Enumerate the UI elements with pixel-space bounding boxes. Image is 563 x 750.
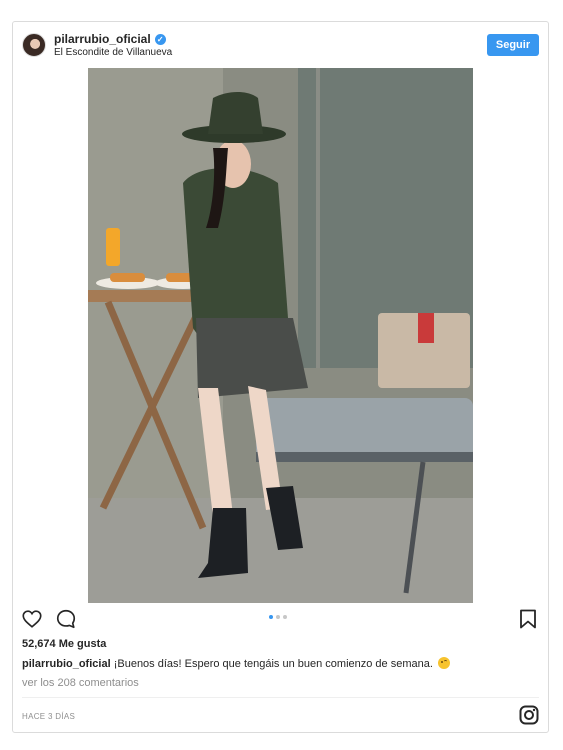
likes-count[interactable]: 52,674 Me gusta [22,638,106,650]
heart-icon-outline [22,610,42,628]
heart-icon[interactable] [21,608,43,630]
skirt [196,318,308,398]
handbag-motif [418,313,434,343]
likes-number: 52,674 [22,638,56,650]
bench-base [256,452,473,462]
orange-juice-glass [106,228,120,266]
caption-username[interactable]: pilarrubio_oficial [22,658,111,670]
caption: pilarrubio_oficial ¡Buenos días! Espero … [22,657,450,670]
instagram-post-card: pilarrubio_oficial ✓ El Escondite de Vil… [12,21,549,733]
bookmark-icon-outline [520,609,536,629]
avatar[interactable] [22,33,46,57]
carousel-dot [269,615,273,619]
username[interactable]: pilarrubio_oficial [54,32,151,46]
bench-cushion [256,398,473,458]
likes-label: Me gusta [58,638,107,650]
winking-emoji-icon [437,657,450,669]
carousel-dot [276,615,280,619]
verified-icon: ✓ [154,33,166,45]
instagram-icon-flash [532,708,536,712]
action-bar [21,608,77,630]
instagram-icon[interactable] [519,705,539,725]
post-photo[interactable] [88,68,473,603]
hat-crown [208,92,263,134]
follow-button[interactable]: Seguir [487,34,539,56]
pastry [110,273,145,282]
carousel-dot [283,615,287,619]
comment-icon-outline [56,609,76,629]
divider [22,697,539,698]
username-row: pilarrubio_oficial ✓ [54,32,166,46]
comment-icon[interactable] [55,608,77,630]
location-link[interactable]: El Escondite de Villanueva [54,47,172,58]
view-comments-link[interactable]: ver los 208 comentarios [22,677,139,689]
bookmark-icon[interactable] [519,609,537,629]
instagram-icon-lens [524,710,534,720]
post-timestamp[interactable]: HACE 3 DÍAS [22,712,75,721]
photo-illustration [88,68,473,603]
carousel-indicator [269,615,287,619]
window-frame [316,68,320,368]
caption-text: ¡Buenos días! Espero que tengáis un buen… [113,658,433,670]
post-header: pilarrubio_oficial ✓ El Escondite de Vil… [13,22,548,68]
instagram-icon-frame [519,705,539,725]
